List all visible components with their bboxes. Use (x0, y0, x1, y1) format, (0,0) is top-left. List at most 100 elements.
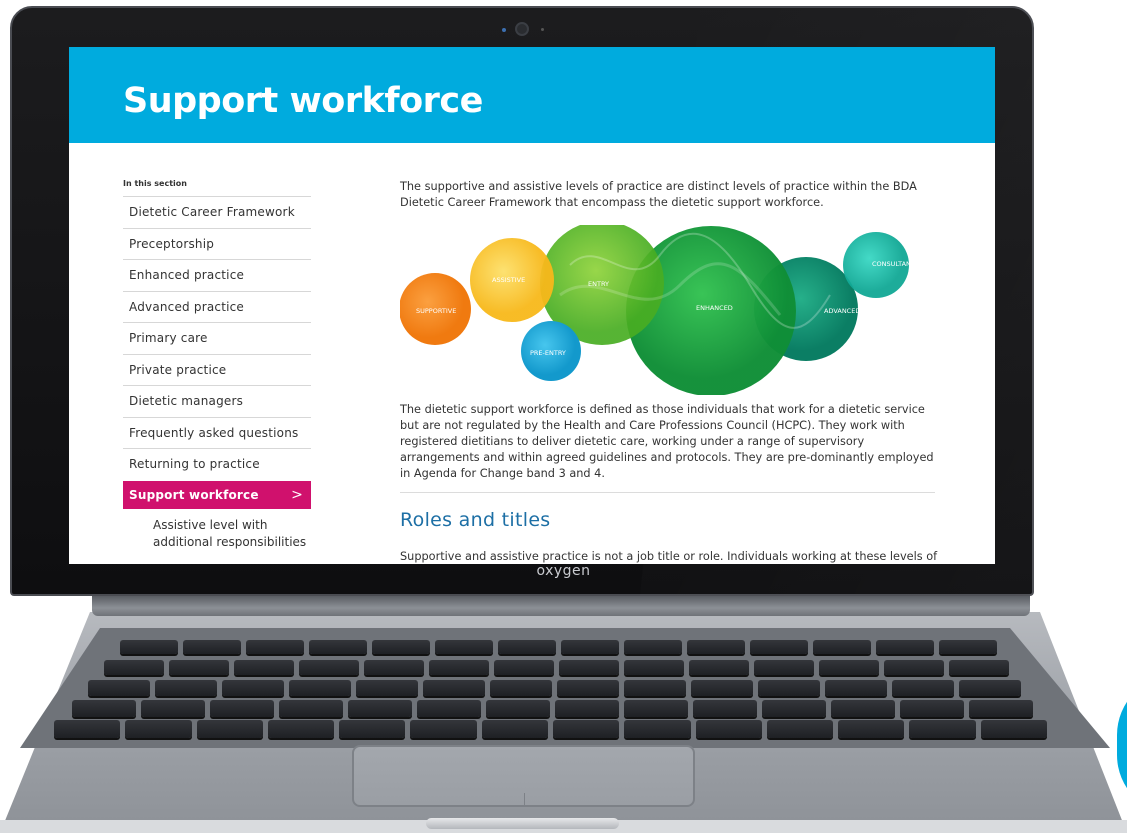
laptop-hinge (92, 596, 1030, 616)
keyboard-key (825, 680, 887, 696)
career-framework-diagram: SUPPORTIVE ASSISTIVE ENTRY PRE-ENTRY ENH… (400, 225, 915, 395)
keyboard-key (884, 660, 944, 675)
keyboard-key (356, 680, 418, 696)
keyboard-key (54, 720, 121, 738)
keyboard-key (900, 700, 964, 717)
browser-viewport: Support workforce In this section Dietet… (69, 47, 995, 564)
keyboard-key (838, 720, 905, 738)
label-pre-entry: PRE-ENTRY (530, 349, 566, 357)
keyboard-key (246, 640, 304, 654)
keyboard-key (689, 660, 749, 675)
keyboard-key (553, 720, 620, 738)
keyboard-key (892, 680, 954, 696)
keyboard-key (279, 700, 343, 717)
camera-led (502, 28, 506, 32)
keyboard-key (754, 660, 814, 675)
keyboard-key (417, 700, 481, 717)
keyboard-key (490, 680, 552, 696)
keyboard-key (693, 700, 757, 717)
keyboard-key (372, 640, 430, 654)
keyboard-key (959, 680, 1021, 696)
keyboard-key (876, 640, 934, 654)
keyboard-key (289, 680, 351, 696)
intro-paragraph: The supportive and assistive levels of p… (400, 180, 917, 209)
nav-subitem-assistive-level[interactable]: Assistive level with additional responsi… (123, 509, 313, 551)
background-accent-shape (1117, 675, 1127, 815)
keyboard-key (813, 640, 871, 654)
keyboard-key (410, 720, 477, 738)
keyboard-key (423, 680, 485, 696)
main-content: The supportive and assistive levels of p… (400, 179, 937, 563)
keyboard-key (831, 700, 895, 717)
trackpad (352, 745, 695, 807)
section-nav-label: In this section (123, 179, 187, 188)
keyboard-key (624, 700, 688, 717)
label-entry: ENTRY (588, 280, 609, 288)
keyboard-key (339, 720, 406, 738)
keyboard-key (969, 700, 1033, 717)
label-enhanced: ENHANCED (696, 304, 733, 312)
keyboard-key (364, 660, 424, 675)
keyboard-key (494, 660, 554, 675)
lid-notch (426, 818, 619, 829)
keyboard-key (196, 720, 263, 738)
keyboard-key (624, 680, 686, 696)
keyboard-key (210, 700, 274, 717)
keyboard-key (141, 700, 205, 717)
label-assistive: ASSISTIVE (492, 276, 525, 284)
keyboard-key (348, 700, 412, 717)
keyboard-key (561, 640, 619, 654)
keyboard-key (486, 700, 550, 717)
keyboard-key (309, 640, 367, 654)
keyboard-key (766, 720, 834, 738)
keyboard-key (498, 640, 556, 654)
keyboard-key (939, 640, 997, 654)
chevron-right-icon: > (291, 486, 303, 503)
keyboard-key (125, 720, 192, 738)
keyboard-key (104, 660, 164, 675)
keyboard-key (299, 660, 359, 675)
nav-item-enhanced-practice[interactable]: Enhanced practice (123, 259, 311, 291)
section-divider (400, 492, 935, 493)
section-nav: In this section Dietetic Career Framewor… (123, 179, 311, 551)
keyboard-key (695, 720, 762, 738)
keyboard-key (557, 680, 619, 696)
keyboard-key (481, 720, 548, 738)
keyboard-key (72, 700, 136, 717)
keyboard-key (750, 640, 808, 654)
nav-item-returning-to-practice[interactable]: Returning to practice (123, 448, 311, 480)
keyboard-key (429, 660, 489, 675)
nav-item-preceptorship[interactable]: Preceptorship (123, 227, 311, 260)
keyboard-key (758, 680, 820, 696)
nav-item-dietetic-managers[interactable]: Dietetic managers (123, 385, 311, 417)
label-advanced: ADVANCED (824, 307, 860, 315)
keyboard-key (559, 660, 619, 675)
nav-item-advanced-practice[interactable]: Advanced practice (123, 290, 311, 323)
keyboard-key (435, 640, 493, 654)
device-brand-logo: oxygen (536, 563, 591, 579)
trackpad-divider (524, 793, 525, 805)
page-hero-banner: Support workforce (69, 47, 995, 143)
label-supportive: SUPPORTIVE (416, 307, 456, 315)
keyboard-key (819, 660, 879, 675)
keyboard-key (980, 720, 1047, 738)
label-consultant: CONSULTANT (872, 260, 915, 268)
nav-item-primary-care[interactable]: Primary care (123, 322, 311, 354)
keyboard-key (120, 640, 178, 654)
nav-item-support-workforce[interactable]: Support workforce > (123, 480, 311, 509)
nav-item-faq[interactable]: Frequently asked questions (123, 416, 311, 449)
keyboard-key (687, 640, 745, 654)
definition-paragraph: The dietetic support workforce is define… (400, 403, 934, 480)
webcam-icon (515, 22, 529, 36)
nav-item-dietetic-career-framework[interactable]: Dietetic Career Framework (123, 196, 311, 228)
keyboard-key (267, 720, 335, 738)
keyboard-key (691, 680, 753, 696)
roles-paragraph: Supportive and assistive practice is not… (400, 550, 938, 563)
keyboard-key (88, 680, 150, 696)
keyboard-key (624, 720, 691, 738)
keyboard-key (183, 640, 241, 654)
keyboard-key (222, 680, 284, 696)
keyboard-key (909, 720, 976, 738)
keyboard-key (155, 680, 217, 696)
nav-item-private-practice[interactable]: Private practice (123, 353, 311, 386)
